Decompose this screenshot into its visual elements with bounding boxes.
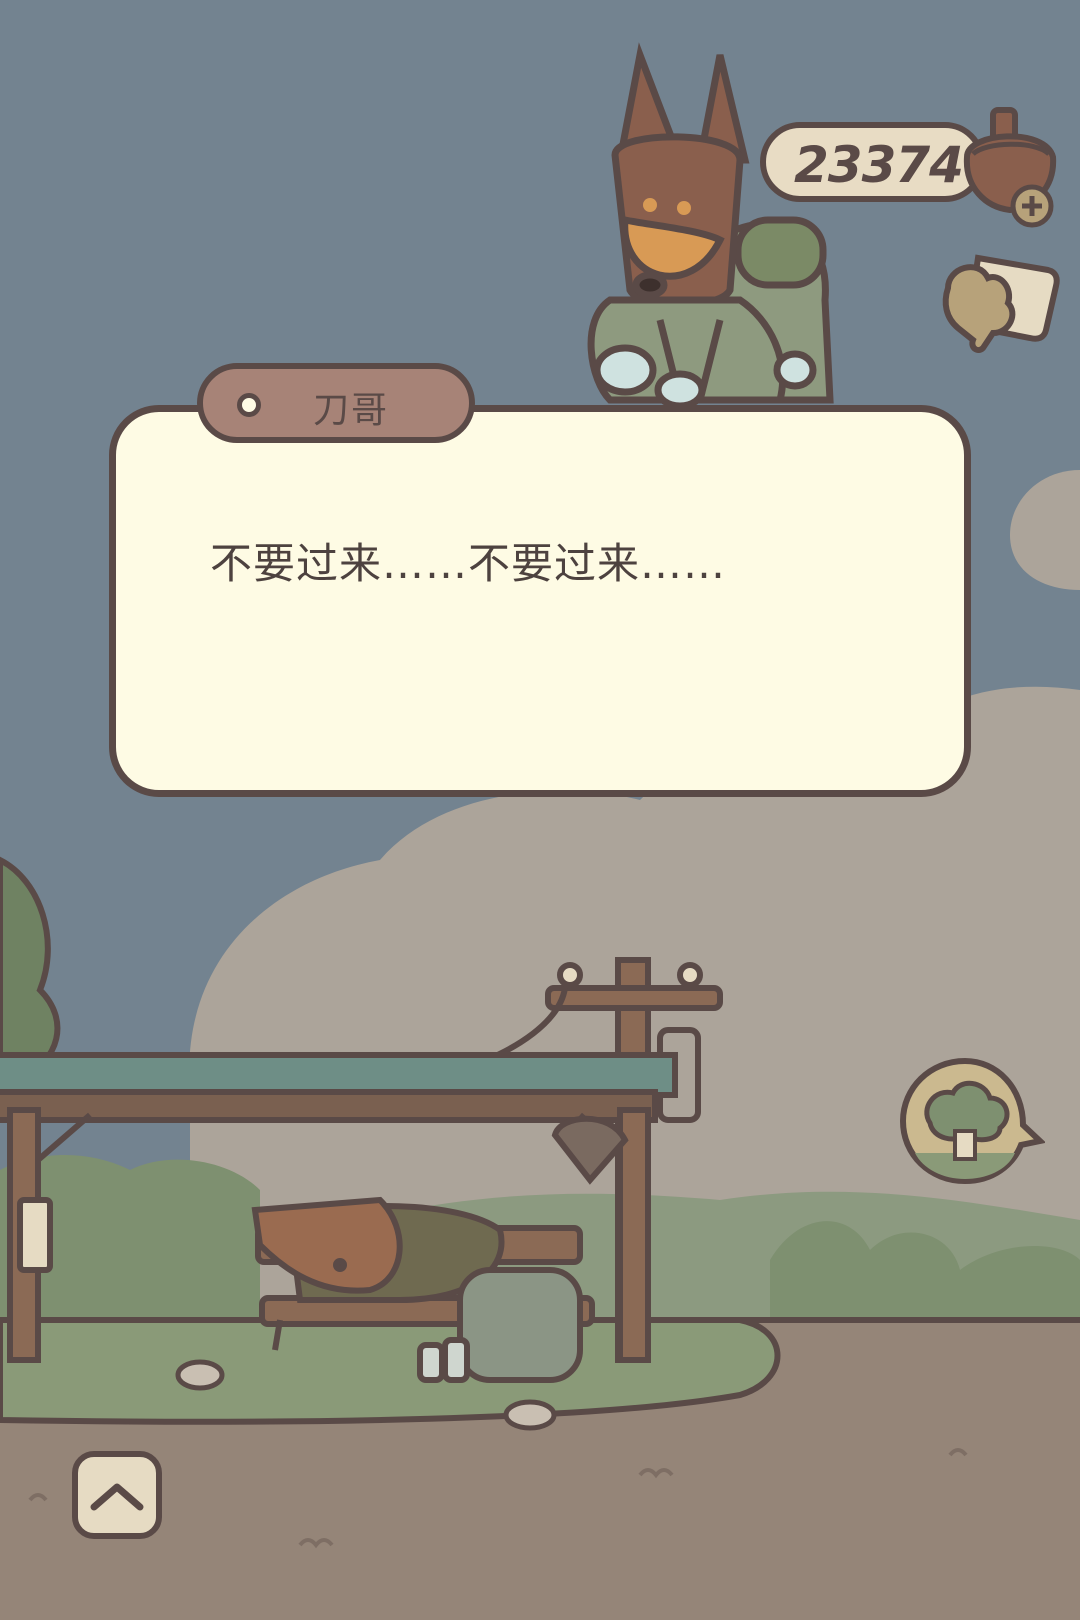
dialog-box[interactable]: 不要过来……不要过来…… bbox=[109, 405, 971, 797]
tree-house-icon[interactable] bbox=[895, 1053, 1045, 1188]
currency-value: 23374 bbox=[794, 136, 964, 194]
map-icon[interactable] bbox=[938, 248, 1064, 360]
speaker-name: 刀哥 bbox=[313, 390, 390, 431]
chevron-up-icon bbox=[90, 1483, 144, 1511]
rock bbox=[175, 1359, 225, 1391]
currency-counter[interactable]: 23374 bbox=[760, 122, 985, 202]
grass-patch bbox=[0, 1317, 781, 1425]
speaker-dot-icon bbox=[237, 393, 261, 417]
plus-icon[interactable] bbox=[1008, 182, 1056, 230]
game-scene bbox=[0, 0, 1080, 1620]
dialog-text: 不要过来……不要过来…… bbox=[210, 539, 727, 588]
speaker-name-tag: 刀哥 bbox=[197, 363, 475, 443]
rock bbox=[503, 1399, 557, 1431]
expand-up-button[interactable] bbox=[72, 1451, 162, 1539]
